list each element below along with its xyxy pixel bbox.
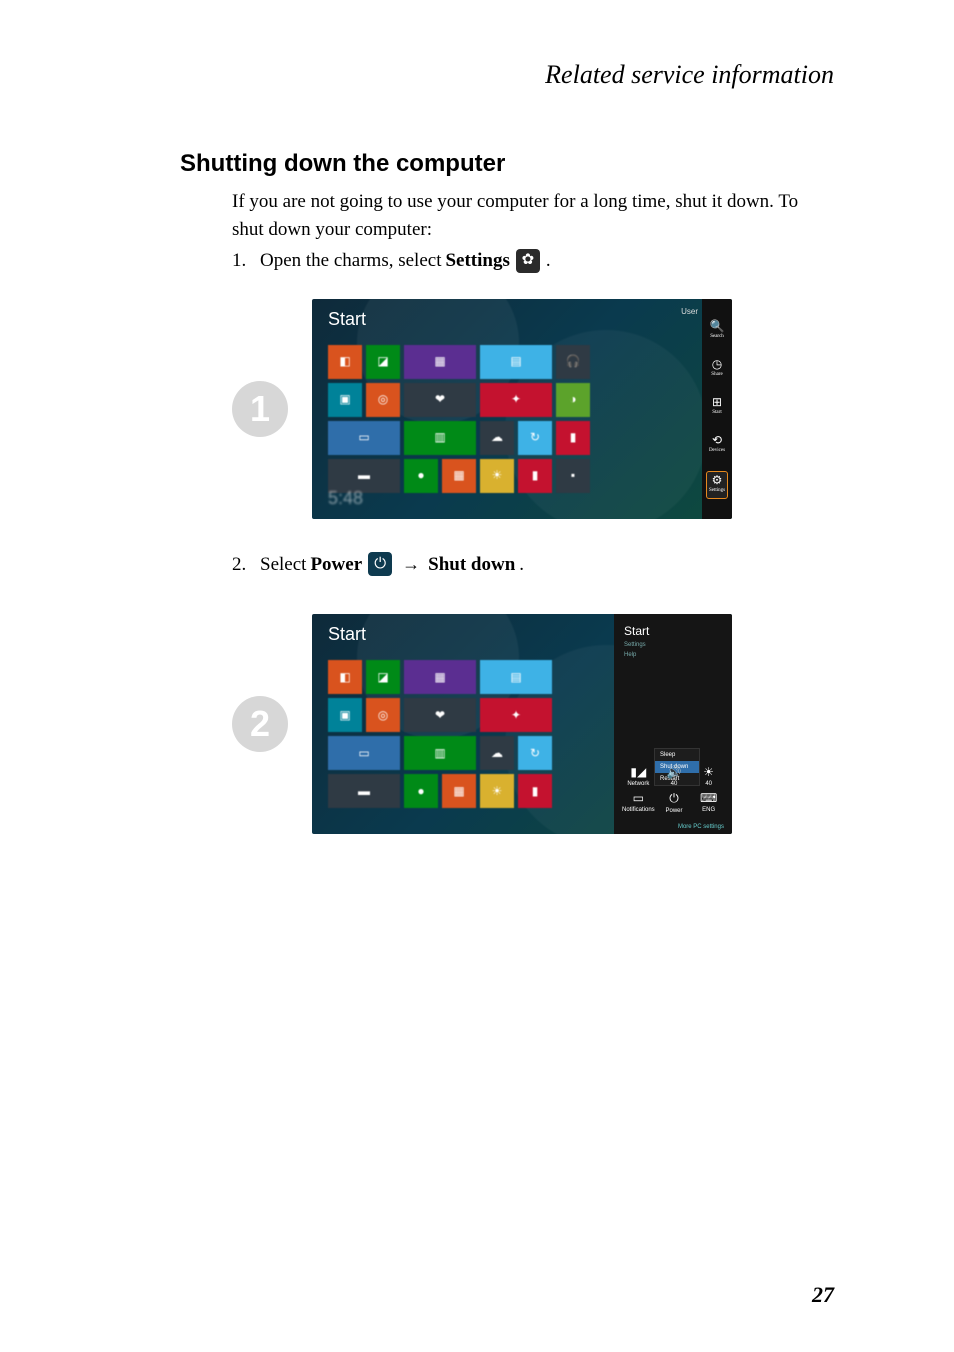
tile[interactable]: ☁ [480,736,514,770]
tile[interactable]: ↻ [518,736,552,770]
tile[interactable]: ☀ [480,459,514,493]
tile[interactable]: ▦ [442,459,476,493]
step-2-power-word: Power [310,551,362,579]
keyboard-icon: ⌨ [700,791,717,805]
tile[interactable]: ▭ [328,421,400,455]
tile[interactable]: ▮ [556,421,590,455]
start-icon: ⊞ [712,396,722,408]
tile[interactable]: ☁ [480,421,514,455]
tile[interactable]: ❤ [404,383,476,417]
tile[interactable]: ◎ [366,698,400,732]
tile[interactable]: ✦ [480,698,552,732]
gear-icon: ✿ [516,249,540,273]
tile[interactable]: ◎ [366,383,400,417]
search-icon: 🔍 [710,320,725,332]
start-screen-label: Start [328,624,366,645]
volume-icon: 🔊 [667,765,682,779]
tile[interactable]: ▮ [518,774,552,808]
tile[interactable]: ▭ [328,736,400,770]
tile[interactable]: ▥ [404,421,476,455]
tile[interactable]: ● [404,459,438,493]
flyout-power[interactable]: ⏻Power [659,791,690,814]
arrow-icon: → [402,551,420,577]
start-tiles: ◧ ◪ ▦ ▤ 🎧 ▣ ◎ ❤ ✦ ◑ ▭ ▥ ☁ ↻ ▮ ▬ ● ▦ ☀ ▮ [328,345,590,493]
notifications-icon: ▭ [633,791,644,805]
charm-share[interactable]: ◷Share [707,358,727,384]
running-head: Related service information [180,60,834,90]
share-icon: ◷ [712,358,722,370]
tile[interactable]: ▪ [556,459,590,493]
tile[interactable]: ↻ [518,421,552,455]
charms-bar: 🔍Search ◷Share ⊞Start ⟲Devices ⚙Settings [702,299,732,519]
flyout-notifications[interactable]: ▭Notifications [622,791,655,814]
brightness-icon: ☀ [703,765,714,779]
power-menu-sleep[interactable]: Sleep [655,749,699,761]
start-tiles: ◧ ◪ ▦ ▤ ▣ ◎ ❤ ✦ ▭ ▥ ☁ ↻ ▬ ● ▦ ☀ ▮ [328,660,552,808]
flyout-network[interactable]: ▮◢Network [622,765,655,787]
step-1-settings-word: Settings [445,247,509,275]
tile[interactable]: ▤ [480,345,552,379]
step-2-shutdown-word: Shut down [428,551,515,579]
screenshot-charms: Start User ◧ ◪ ▦ ▤ 🎧 ▣ ◎ ❤ ✦ ◑ ▭ ▥ ☁ ↻ ▮… [312,299,732,519]
flyout-keyboard[interactable]: ⌨ENG [693,791,724,814]
flyout-volume[interactable]: 🔊40 [659,765,690,787]
tile[interactable]: ◪ [366,660,400,694]
network-icon: ▮◢ [630,765,646,779]
charm-devices[interactable]: ⟲Devices [707,434,727,460]
charm-start[interactable]: ⊞Start [707,396,727,422]
start-screen-label: Start [328,309,366,330]
page-number: 27 [812,1282,834,1308]
user-label: User [681,307,698,316]
settings-flyout: Start Settings Help Sleep Shut down Rest… [614,614,732,834]
charm-search[interactable]: 🔍Search [707,320,727,346]
power-icon: ⏻ [368,552,392,576]
screenshot-settings-flyout: Start ◧ ◪ ▦ ▤ ▣ ◎ ❤ ✦ ▭ ▥ ☁ ↻ ▬ ● ▦ ☀ ▮ [312,614,732,834]
tile[interactable]: 🎧 [556,345,590,379]
flyout-brightness[interactable]: ☀40 [693,765,724,787]
intro-text: If you are not going to use your compute… [232,188,834,243]
callout-2: 2 [232,696,288,752]
tile[interactable]: ✦ [480,383,552,417]
tile[interactable]: ▣ [328,383,362,417]
flyout-title: Start [624,624,722,638]
tile[interactable]: ▦ [404,660,476,694]
gear-icon: ⚙ [712,474,723,486]
step-1-number: 1. [232,247,254,275]
tile[interactable]: ◧ [328,345,362,379]
step-1: 1. Open the charms, select Settings ✿ . [232,247,834,275]
tile[interactable]: ▦ [442,774,476,808]
step-2: 2. Select Power ⏻ → Shut down . [232,551,834,579]
clock: 5:48 [328,488,363,509]
tile[interactable]: ◧ [328,660,362,694]
tile[interactable]: ▦ [404,345,476,379]
tile[interactable]: ▬ [328,774,400,808]
tile[interactable]: ▤ [480,660,552,694]
step-1-pre: Open the charms, select [260,247,441,275]
flyout-more-settings[interactable]: More PC settings [678,824,724,830]
tile[interactable]: ● [404,774,438,808]
tile[interactable]: ☀ [480,774,514,808]
tile[interactable]: ▥ [404,736,476,770]
figure-1: 1 Start User ◧ ◪ ▦ ▤ 🎧 ▣ ◎ ❤ ✦ ◑ ▭ ▥ ☁ ↻… [232,299,834,519]
tile[interactable]: ◪ [366,345,400,379]
figure-2: 2 Start ◧ ◪ ▦ ▤ ▣ ◎ ❤ ✦ ▭ ▥ ☁ ↻ ▬ ● ▦ ☀ [232,614,834,834]
step-2-number: 2. [232,551,254,579]
tile[interactable]: ▮ [518,459,552,493]
power-icon: ⏻ [669,791,679,806]
devices-icon: ⟲ [712,434,722,446]
tile[interactable]: ◑ [556,383,590,417]
callout-1: 1 [232,381,288,437]
step-2-post: . [519,551,524,579]
step-1-post: . [546,247,551,275]
flyout-subtitle: Help [624,652,722,658]
step-2-pre: Select [260,551,306,579]
section-title: Shutting down the computer [180,150,834,178]
tile[interactable]: ▣ [328,698,362,732]
charm-settings[interactable]: ⚙Settings [707,472,727,498]
flyout-subtitle: Settings [624,642,722,648]
flyout-quick-grid: ▮◢Network 🔊40 ☀40 ▭Notifications ⏻Power … [622,765,724,814]
tile[interactable]: ❤ [404,698,476,732]
